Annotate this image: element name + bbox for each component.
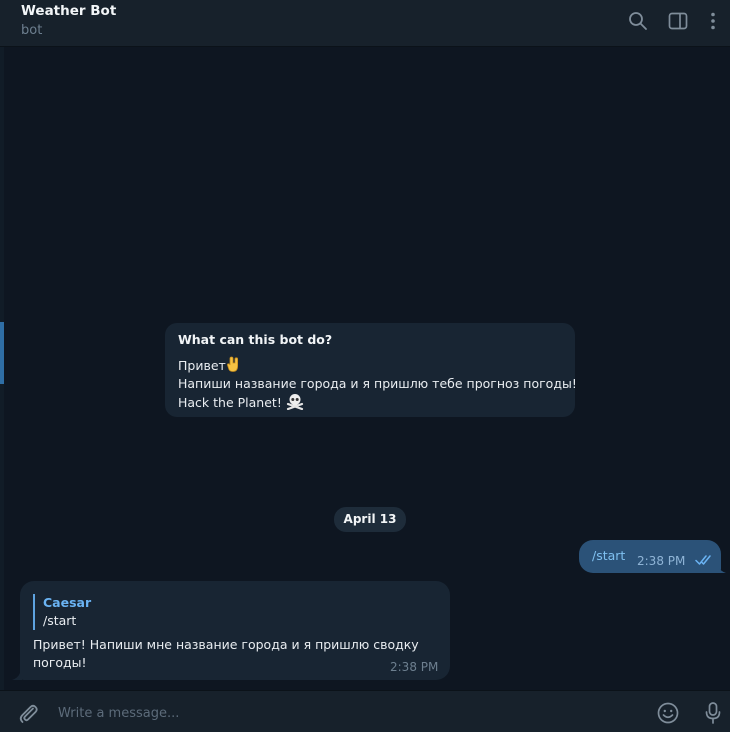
bot-intro-card: What can this bot do? Привет Напиши назв… bbox=[165, 323, 577, 417]
double-check-icon bbox=[695, 555, 711, 565]
bot-intro-line: Привет bbox=[178, 356, 562, 375]
more-vertical-icon[interactable] bbox=[702, 10, 724, 32]
bot-intro-greeting: Привет bbox=[178, 358, 226, 373]
outgoing-message-time: 2:38 PM bbox=[637, 554, 686, 568]
incoming-message[interactable]: Caesar /start Привет! Напиши мне названи… bbox=[20, 581, 450, 680]
reply-quote-text[interactable]: /start bbox=[43, 613, 76, 628]
date-separator: April 13 bbox=[334, 507, 406, 532]
sidebar-toggle-icon[interactable] bbox=[667, 10, 689, 32]
bot-intro-description: Напиши название города и я пришлю тебе п… bbox=[178, 376, 577, 391]
reply-quote-bar bbox=[33, 594, 35, 630]
message-input[interactable] bbox=[56, 699, 640, 727]
paperclip-icon[interactable] bbox=[16, 701, 40, 725]
bot-intro-motto: Hack the Planet! bbox=[178, 395, 282, 410]
bot-intro-line: Hack the Planet! bbox=[178, 393, 562, 412]
chat-title[interactable]: Weather Bot bbox=[21, 3, 116, 19]
chat-subtitle: bot bbox=[21, 23, 43, 38]
microphone-icon[interactable] bbox=[702, 701, 724, 725]
search-icon[interactable] bbox=[627, 10, 649, 32]
active-chat-indicator bbox=[0, 322, 4, 384]
emoji-icon[interactable] bbox=[656, 701, 680, 725]
message-composer bbox=[0, 690, 730, 732]
bot-intro-title: What can this bot do? bbox=[178, 332, 333, 347]
reply-author[interactable]: Caesar bbox=[43, 595, 91, 610]
incoming-message-time: 2:38 PM bbox=[390, 660, 439, 674]
outgoing-message-text[interactable]: /start bbox=[592, 548, 625, 563]
incoming-bubble-tail bbox=[12, 673, 22, 680]
chat-header: Weather Bot bot bbox=[0, 0, 730, 47]
outgoing-bubble-tail bbox=[716, 566, 726, 573]
skull-crossbones-emoji bbox=[286, 394, 303, 410]
incoming-message-text: Привет! Напиши мне название города и я п… bbox=[33, 637, 419, 670]
rock-on-hand-emoji bbox=[226, 356, 238, 372]
outgoing-message[interactable]: /start 2:38 PM bbox=[579, 540, 721, 573]
